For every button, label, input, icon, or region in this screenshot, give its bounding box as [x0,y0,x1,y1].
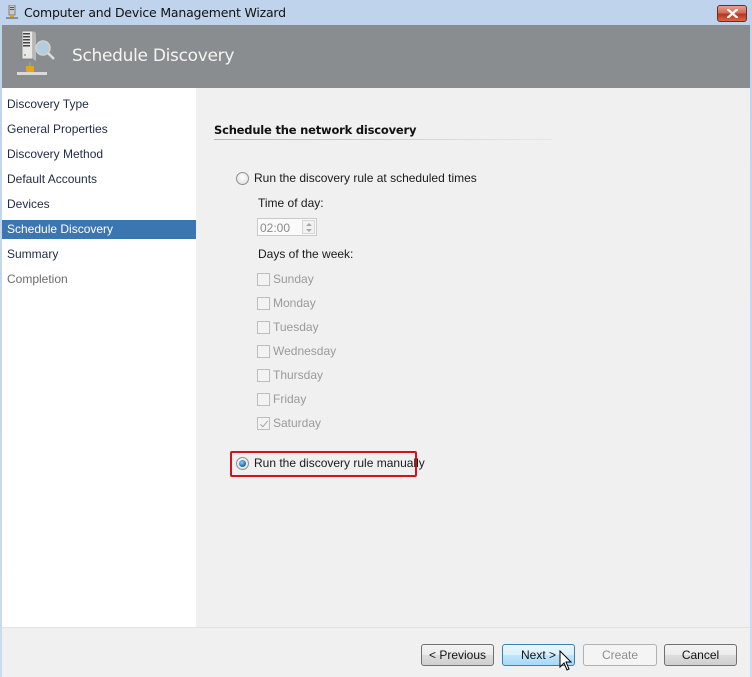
tuesday-checkbox[interactable] [257,320,270,334]
create-button: Create [583,644,657,666]
saturday-label: Saturday [273,416,322,430]
spinner-up-icon[interactable] [306,223,312,226]
thursday-checkbox[interactable] [257,368,270,382]
wizard-footer: < Previous Next > Create Cancel [2,627,750,677]
day-tuesday[interactable]: Tuesday [257,320,319,334]
title-bar: Computer and Device Management Wizard [0,0,752,25]
close-button[interactable] [717,5,747,22]
monday-checkbox[interactable] [257,296,270,310]
section-title: Schedule the network discovery [214,123,417,137]
time-of-day-input[interactable]: 02:00 [257,218,317,236]
day-wednesday[interactable]: Wednesday [257,344,336,358]
sidebar-item-discovery-method[interactable]: Discovery Method [2,145,196,164]
sunday-label: Sunday [273,272,314,286]
manual-radio-option[interactable]: Run the discovery rule manually [236,456,425,470]
time-of-day-label: Time of day: [258,196,324,210]
wizard-content: Schedule the network discovery Run the d… [196,88,750,627]
manual-radio[interactable] [236,456,249,470]
time-spinner[interactable] [302,220,315,234]
saturday-checkbox[interactable] [257,416,270,430]
wizard-window: Computer and Device Management Wizard Sc… [0,0,752,677]
server-discovery-icon [17,30,55,75]
wednesday-label: Wednesday [273,344,337,358]
thursday-label: Thursday [273,368,324,382]
sidebar-item-default-accounts[interactable]: Default Accounts [2,170,196,189]
window-title: Computer and Device Management Wizard [24,5,286,20]
previous-button[interactable]: < Previous [421,644,494,666]
sidebar-item-completion: Completion [7,272,68,286]
wizard-header: Schedule Discovery [2,25,750,88]
day-monday[interactable]: Monday [257,296,316,310]
sidebar-item-general-properties[interactable]: General Properties [2,120,196,139]
day-friday[interactable]: Friday [257,392,306,406]
day-sunday[interactable]: Sunday [257,272,314,286]
day-thursday[interactable]: Thursday [257,368,323,382]
spinner-down-icon[interactable] [306,229,312,232]
monday-label: Monday [273,296,316,310]
time-of-day-value: 02:00 [260,221,291,235]
sidebar-item-devices[interactable]: Devices [2,195,196,214]
sidebar-item-discovery-type[interactable]: Discovery Type [2,95,196,114]
sidebar-item-schedule-discovery[interactable]: Schedule Discovery [2,220,196,239]
manual-label: Run the discovery rule manually [254,456,425,470]
section-divider [214,139,552,140]
wizard-steps-sidebar: Discovery Type General Properties Discov… [2,88,196,627]
sidebar-item-summary[interactable]: Summary [2,245,196,264]
scheduled-times-radio-option[interactable]: Run the discovery rule at scheduled time… [236,171,477,185]
day-saturday[interactable]: Saturday [257,416,321,430]
friday-label: Friday [273,392,307,406]
sunday-checkbox[interactable] [257,272,270,286]
cancel-button[interactable]: Cancel [664,644,737,666]
wednesday-checkbox[interactable] [257,344,270,358]
scheduled-times-radio[interactable] [236,171,249,185]
scheduled-times-label: Run the discovery rule at scheduled time… [254,171,477,185]
close-x-icon [726,9,738,18]
app-icon [6,5,18,19]
tuesday-label: Tuesday [273,320,319,334]
days-of-week-label: Days of the week: [258,247,354,261]
page-title: Schedule Discovery [72,46,235,66]
next-button[interactable]: Next > [502,644,575,666]
friday-checkbox[interactable] [257,392,270,406]
